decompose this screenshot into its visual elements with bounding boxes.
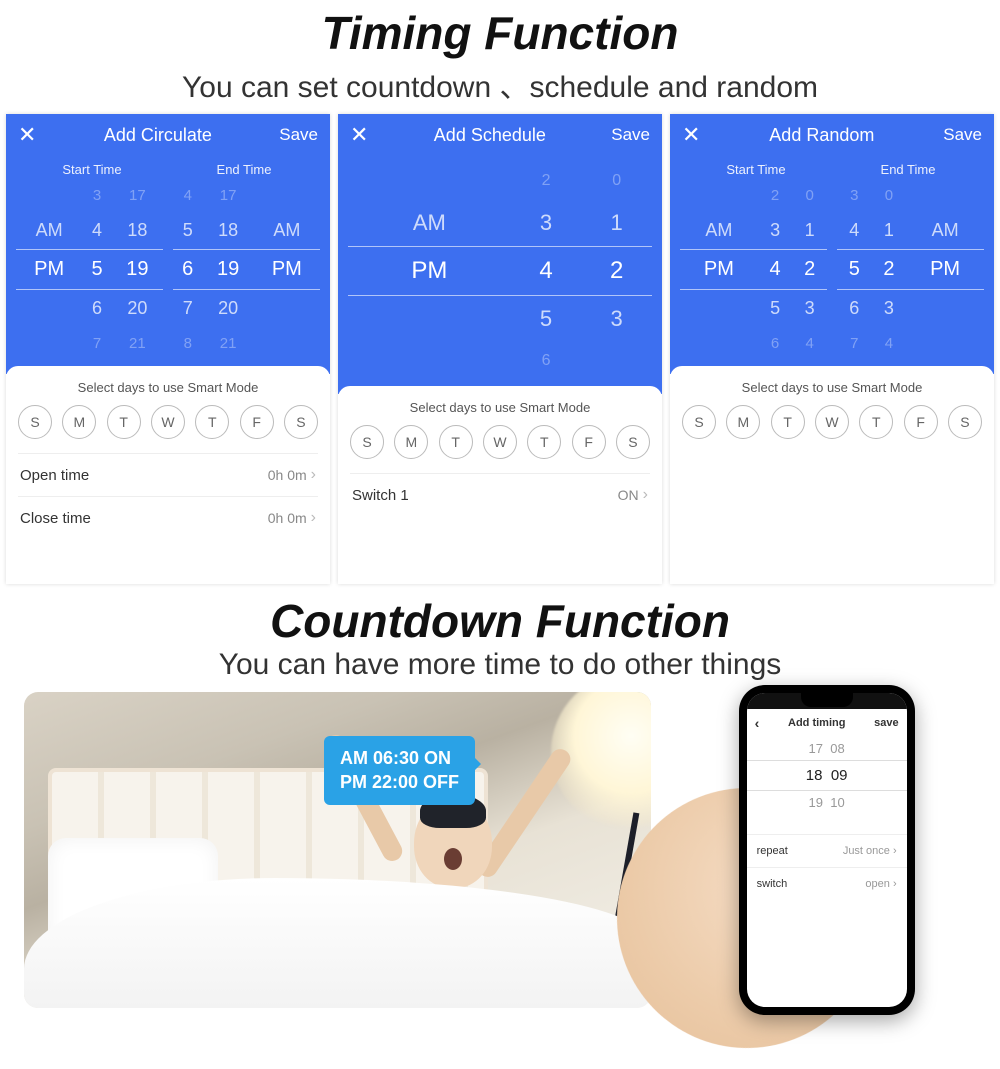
- phone-switch-row[interactable]: switch open ›: [747, 867, 907, 900]
- day-toggle[interactable]: S: [616, 425, 650, 459]
- card-circulate: ✕ Add Circulate Save Start Time End Time…: [6, 114, 330, 584]
- chevron-right-icon: ›: [311, 466, 316, 484]
- day-toggle[interactable]: W: [483, 425, 517, 459]
- save-button[interactable]: Save: [943, 125, 982, 145]
- day-toggle[interactable]: T: [527, 425, 561, 459]
- schedule-bubble: AM 06:30 ON PM 22:00 OFF: [324, 736, 475, 805]
- card-title: Add Schedule: [368, 125, 611, 146]
- time-picker[interactable]: 317 AM418 PM519 620 721 417 518AM 619PM …: [16, 179, 320, 360]
- close-icon[interactable]: ✕: [682, 124, 700, 146]
- close-time-label: Close time: [20, 510, 91, 527]
- card-title: Add Random: [700, 125, 943, 146]
- save-button[interactable]: Save: [611, 125, 650, 145]
- end-time-label: End Time: [168, 162, 320, 177]
- switch-row[interactable]: Switch 1 ON›: [350, 473, 650, 516]
- save-button[interactable]: Save: [279, 125, 318, 145]
- day-toggle[interactable]: S: [284, 405, 318, 439]
- time-picker[interactable]: 20 AM31 PM42 53 64 30 41AM 52PM 63 74: [680, 179, 984, 360]
- day-toggle[interactable]: S: [682, 405, 716, 439]
- bedroom-illustration: AM 06:30 ON PM 22:00 OFF: [24, 692, 651, 1008]
- days-caption: Select days to use Smart Mode: [18, 380, 318, 395]
- phone-mockup: ‹ Add timing save 17 08 18 09 19 10 repe…: [677, 692, 976, 1008]
- day-toggle[interactable]: M: [62, 405, 96, 439]
- phone-title: Add timing: [788, 717, 845, 729]
- day-selector: S M T W T F S: [350, 425, 650, 459]
- day-toggle[interactable]: T: [439, 425, 473, 459]
- phone-time-picker[interactable]: 17 08 18 09 19 10: [747, 737, 907, 814]
- day-toggle[interactable]: T: [859, 405, 893, 439]
- open-time-row[interactable]: Open time 0h 0m›: [18, 453, 318, 496]
- card-schedule: ✕ Add Schedule Save 20 AM31 PM42 53 6 Se…: [338, 114, 662, 584]
- close-time-row[interactable]: Close time 0h 0m›: [18, 496, 318, 539]
- end-time-label: End Time: [832, 162, 984, 177]
- day-toggle[interactable]: W: [151, 405, 185, 439]
- switch-label: Switch 1: [352, 487, 409, 504]
- chevron-right-icon: ›: [311, 509, 316, 527]
- back-icon[interactable]: ‹: [755, 715, 760, 731]
- close-icon[interactable]: ✕: [18, 124, 36, 146]
- countdown-subtitle: You can have more time to do other thing…: [0, 648, 1000, 682]
- timing-subtitle: You can set countdown 、schedule and rand…: [0, 62, 1000, 106]
- close-icon[interactable]: ✕: [350, 124, 368, 146]
- day-toggle[interactable]: M: [726, 405, 760, 439]
- day-selector: S M T W T F S: [18, 405, 318, 439]
- phone-save-button[interactable]: save: [874, 717, 898, 729]
- open-time-label: Open time: [20, 467, 89, 484]
- time-picker[interactable]: 20 AM31 PM42 53 6: [348, 162, 652, 380]
- day-toggle[interactable]: S: [350, 425, 384, 459]
- day-toggle[interactable]: M: [394, 425, 428, 459]
- card-random: ✕ Add Random Save Start Time End Time 20…: [670, 114, 994, 584]
- days-caption: Select days to use Smart Mode: [682, 380, 982, 395]
- start-time-label: Start Time: [680, 162, 832, 177]
- day-toggle[interactable]: T: [771, 405, 805, 439]
- day-toggle[interactable]: F: [572, 425, 606, 459]
- day-toggle[interactable]: T: [107, 405, 141, 439]
- countdown-title: Countdown Function: [0, 594, 1000, 648]
- day-toggle[interactable]: S: [18, 405, 52, 439]
- card-title: Add Circulate: [36, 125, 279, 146]
- day-toggle[interactable]: F: [904, 405, 938, 439]
- day-toggle[interactable]: T: [195, 405, 229, 439]
- phone-repeat-row[interactable]: repeat Just once ›: [747, 834, 907, 867]
- chevron-right-icon: ›: [643, 486, 648, 504]
- day-selector: S M T W T F S: [682, 405, 982, 439]
- days-caption: Select days to use Smart Mode: [350, 400, 650, 415]
- day-toggle[interactable]: W: [815, 405, 849, 439]
- timing-title: Timing Function: [0, 0, 1000, 60]
- day-toggle[interactable]: F: [240, 405, 274, 439]
- start-time-label: Start Time: [16, 162, 168, 177]
- day-toggle[interactable]: S: [948, 405, 982, 439]
